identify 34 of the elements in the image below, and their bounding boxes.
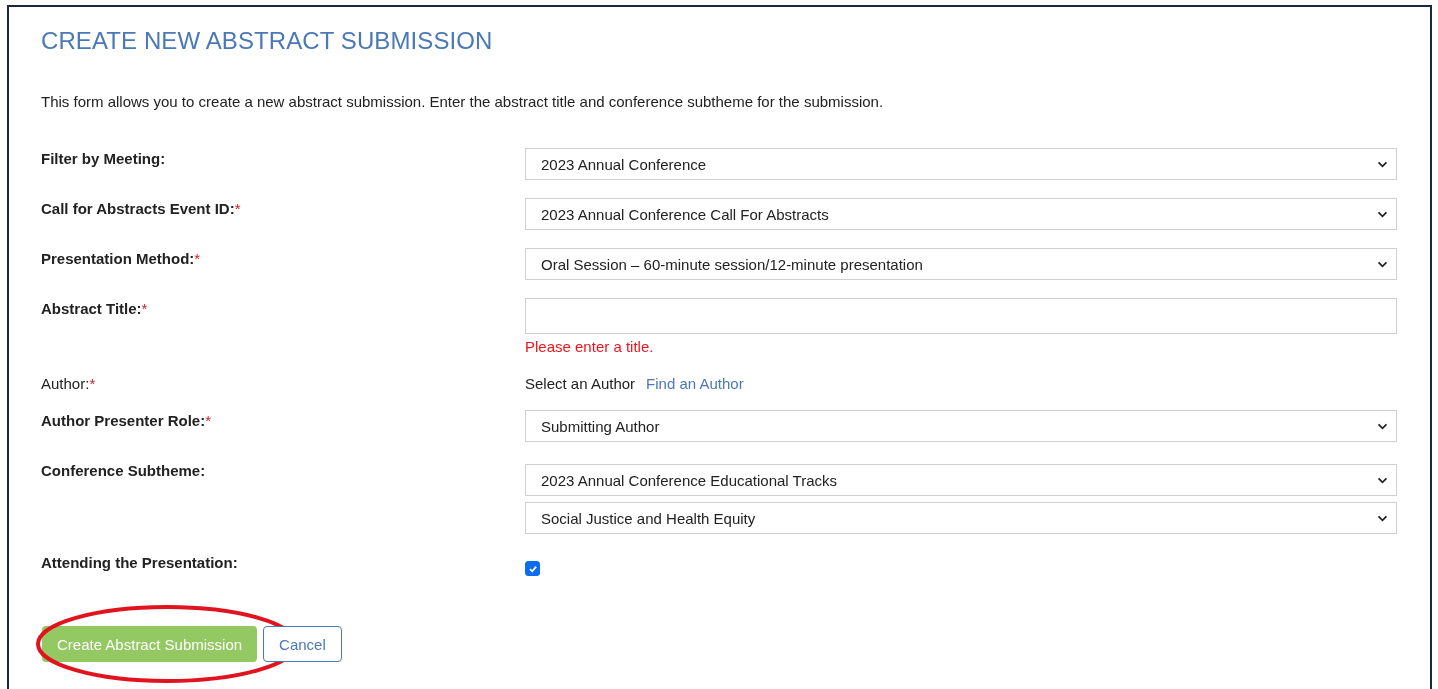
dropdown[interactable]: 2023 Annual Conference <box>525 148 1397 180</box>
required-mark: * <box>234 200 241 217</box>
required-mark: * <box>194 250 201 267</box>
find-author-link[interactable]: Find an Author <box>646 375 744 392</box>
required-mark: * <box>89 375 96 392</box>
chevron-down-icon <box>1377 210 1388 218</box>
required-mark: * <box>141 300 148 317</box>
error-message: Please enter a title. <box>525 338 655 355</box>
dropdown[interactable]: Social Justice and Health Equity <box>525 502 1397 534</box>
field-label: Abstract Title: <box>41 300 142 317</box>
dropdown[interactable]: Oral Session – 60-minute session/12-minute presentation <box>525 248 1397 280</box>
field-label: Presentation Method: <box>41 250 195 267</box>
field-label: Filter by Meeting: <box>41 150 166 167</box>
checkmark-icon <box>527 563 538 574</box>
page-title: CREATE NEW ABSTRACT SUBMISSION <box>41 27 494 55</box>
chevron-down-icon <box>1377 260 1388 268</box>
checkbox[interactable] <box>525 561 540 576</box>
field-label: Author Presenter Role: <box>41 412 206 429</box>
chevron-down-icon <box>1377 514 1388 522</box>
field-label: Attending the Presentation: <box>41 554 238 571</box>
dropdown[interactable]: Submitting Author <box>525 410 1397 442</box>
dropdown[interactable]: 2023 Annual Conference Educational Tracks <box>525 464 1397 496</box>
required-mark: * <box>205 412 212 429</box>
author-text: Select an Author <box>525 375 636 392</box>
field-label: Author: <box>41 375 90 392</box>
cancel-button[interactable]: Cancel <box>263 626 342 662</box>
dropdown[interactable]: 2023 Annual Conference Call For Abstracts <box>525 198 1397 230</box>
input-field[interactable] <box>525 298 1397 334</box>
chevron-down-icon <box>1377 476 1388 484</box>
intro-text: This form allows you to create a new abstract submission. Enter the abstract title and conference subtheme for the submission. <box>41 93 885 110</box>
chevron-down-icon <box>1377 422 1388 430</box>
field-label: Call for Abstracts Event ID: <box>41 200 235 217</box>
chevron-down-icon <box>1377 160 1388 168</box>
field-label: Conference Subtheme: <box>41 462 206 479</box>
